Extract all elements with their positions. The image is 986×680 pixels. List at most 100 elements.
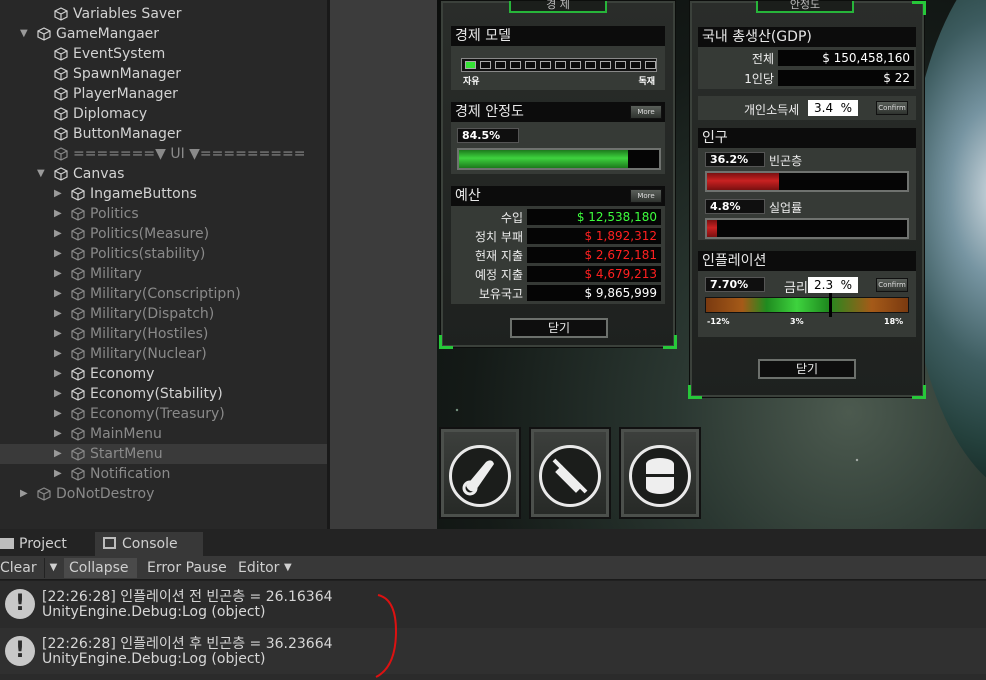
collapse-arrow-icon[interactable]: ▶: [54, 244, 66, 264]
hierarchy-item[interactable]: ButtonManager: [0, 124, 327, 144]
hierarchy-item-label: IngameButtons: [90, 186, 197, 202]
poverty-bar-fill: [707, 173, 780, 190]
inflation-marker: [829, 293, 832, 317]
log-entry[interactable]: ! [22:26:28] 인플레이션 전 빈곤층 = 26.16364 Unit…: [0, 581, 986, 627]
population-body: 36.2% 빈곤층 4.8% 실업률: [698, 148, 916, 240]
gdp-total-value: $ 150,458,160: [778, 50, 914, 66]
gameobject-icon: [71, 287, 85, 301]
hierarchy-item[interactable]: SpawnManager: [0, 64, 327, 84]
bottom-panel-tabs: Project Console: [0, 529, 986, 556]
collapse-arrow-icon[interactable]: ▶: [54, 324, 66, 344]
hierarchy-item[interactable]: ▶ Notification: [0, 464, 327, 484]
stability-more-button[interactable]: More: [630, 105, 662, 119]
rate-label: 금리: [784, 281, 808, 296]
hierarchy-item[interactable]: PlayerManager: [0, 84, 327, 104]
stability-tab-title: 안정도: [756, 0, 854, 13]
hierarchy-item[interactable]: ▶ Politics(Measure): [0, 224, 327, 244]
tax-input-unit: %: [840, 101, 852, 115]
collapse-arrow-icon[interactable]: ▶: [54, 264, 66, 284]
collapse-arrow-icon[interactable]: ▶: [54, 364, 66, 384]
budget-row-label: 예정 지출: [475, 268, 523, 282]
gameobject-icon: [71, 207, 85, 221]
gameobject-icon: [71, 467, 85, 481]
collapse-arrow-icon[interactable]: ▶: [54, 444, 66, 464]
expand-arrow-icon[interactable]: ▼: [37, 164, 49, 184]
budget-row-value: $ 9,865,999: [527, 285, 661, 301]
model-slider-segment: [555, 61, 566, 69]
tax-confirm-button[interactable]: Confirm: [876, 101, 908, 115]
syringe-button[interactable]: [529, 427, 611, 519]
inflation-body: 7.70% 금리 2.3 % Confirm -12% 3% 18%: [698, 271, 916, 337]
hierarchy-item[interactable]: ▶ Military(Conscriptipn): [0, 284, 327, 304]
hierarchy-item[interactable]: ▶ Politics(stability): [0, 244, 327, 264]
collapse-toggle[interactable]: Collapse: [64, 558, 137, 578]
hierarchy-item[interactable]: ▼ Canvas: [0, 164, 327, 184]
collapse-arrow-icon[interactable]: ▶: [54, 224, 66, 244]
clear-dropdown-icon[interactable]: ▼: [44, 558, 62, 578]
hierarchy-item[interactable]: ▶ Military(Hostiles): [0, 324, 327, 344]
tab-project-label: Project: [19, 536, 67, 552]
unemployment-bar: [705, 218, 909, 239]
hierarchy-item[interactable]: =======▼ UI ▼=========: [0, 144, 327, 164]
budget-row-value: $ 12,538,180: [527, 209, 661, 225]
collapse-arrow-icon[interactable]: ▶: [54, 464, 66, 484]
budget-more-button[interactable]: More: [630, 189, 662, 203]
hierarchy-item[interactable]: Diplomacy: [0, 104, 327, 124]
collapse-arrow-icon[interactable]: ▶: [54, 424, 66, 444]
collapse-arrow-icon[interactable]: ▶: [54, 284, 66, 304]
tab-console[interactable]: Console: [95, 532, 203, 556]
hierarchy-item[interactable]: ▶ Military: [0, 264, 327, 284]
hierarchy-item[interactable]: ▶ MainMenu: [0, 424, 327, 444]
panel-corner: [912, 385, 926, 399]
hierarchy-item[interactable]: ▶ Economy(Stability): [0, 384, 327, 404]
collapse-arrow-icon[interactable]: ▶: [54, 304, 66, 324]
economy-close-button[interactable]: 닫기: [510, 318, 608, 338]
hierarchy-item[interactable]: ▶ Economy(Treasury): [0, 404, 327, 424]
clear-button[interactable]: Clear: [0, 558, 37, 578]
log-entry[interactable]: ! [22:26:28] 인플레이션 후 빈곤층 = 36.23664 Unit…: [0, 628, 986, 674]
collapse-arrow-icon[interactable]: ▶: [54, 384, 66, 404]
expand-arrow-icon[interactable]: ▼: [20, 24, 32, 44]
hierarchy-item[interactable]: Variables Saver: [0, 4, 327, 24]
stability-bar-fill: [459, 150, 628, 168]
editor-dropdown[interactable]: Editor: [238, 558, 279, 578]
collapse-arrow-icon[interactable]: ▶: [54, 184, 66, 204]
stability-panel: 안정도 국내 총생산(GDP) 전체 $ 150,458,160 1인당 $ 2…: [688, 0, 926, 399]
economy-model-slider[interactable]: [461, 58, 657, 72]
log-stacktrace: UnityEngine.Debug:Log (object): [42, 651, 266, 667]
unemployment-label: 실업률: [769, 201, 803, 215]
chevron-down-icon[interactable]: ▼: [284, 558, 292, 578]
hierarchy-item[interactable]: ▶ Economy: [0, 364, 327, 384]
inflation-value: 7.70%: [705, 277, 765, 292]
barrel-button[interactable]: [619, 427, 701, 519]
hierarchy-item[interactable]: ▶ StartMenu: [0, 444, 327, 464]
hierarchy-item[interactable]: ▶ Military(Dispatch): [0, 304, 327, 324]
rate-input[interactable]: 2.3 %: [808, 277, 858, 293]
hierarchy-item[interactable]: ▼ GameMangaer: [0, 24, 327, 44]
stability-close-button[interactable]: 닫기: [758, 359, 856, 379]
hierarchy-item[interactable]: ▶ IngameButtons: [0, 184, 327, 204]
collapse-arrow-icon[interactable]: ▶: [54, 204, 66, 224]
collapse-arrow-icon[interactable]: ▶: [54, 404, 66, 424]
budget-row-value: $ 2,672,181: [527, 247, 661, 263]
collapse-arrow-icon[interactable]: ▶: [54, 344, 66, 364]
hierarchy-item[interactable]: ▶ Politics: [0, 204, 327, 224]
gameobject-icon: [71, 307, 85, 321]
info-icon: !: [5, 636, 35, 666]
hierarchy-item[interactable]: ▶ Military(Nuclear): [0, 344, 327, 364]
economy-tab-title: 경 제: [509, 0, 607, 13]
hierarchy-item[interactable]: EventSystem: [0, 44, 327, 64]
tab-project[interactable]: Project: [0, 532, 95, 556]
tax-input[interactable]: 3.4 %: [808, 100, 858, 116]
scroll-button[interactable]: [439, 427, 521, 519]
hierarchy-item-label: Economy(Treasury): [90, 406, 225, 422]
rate-confirm-button[interactable]: Confirm: [876, 278, 908, 292]
hierarchy-item-label: Notification: [90, 466, 171, 482]
console-toolbar: Clear ▼ Collapse Error Pause Editor ▼: [0, 556, 986, 580]
hierarchy-item-label: Military(Nuclear): [90, 346, 207, 362]
scale-right-label: 18%: [884, 317, 904, 326]
collapse-arrow-icon[interactable]: ▶: [20, 484, 32, 504]
error-pause-toggle[interactable]: Error Pause: [147, 558, 227, 578]
scale-left-label: -12%: [707, 317, 730, 326]
hierarchy-item[interactable]: ▶ DoNotDestroy: [0, 484, 327, 504]
